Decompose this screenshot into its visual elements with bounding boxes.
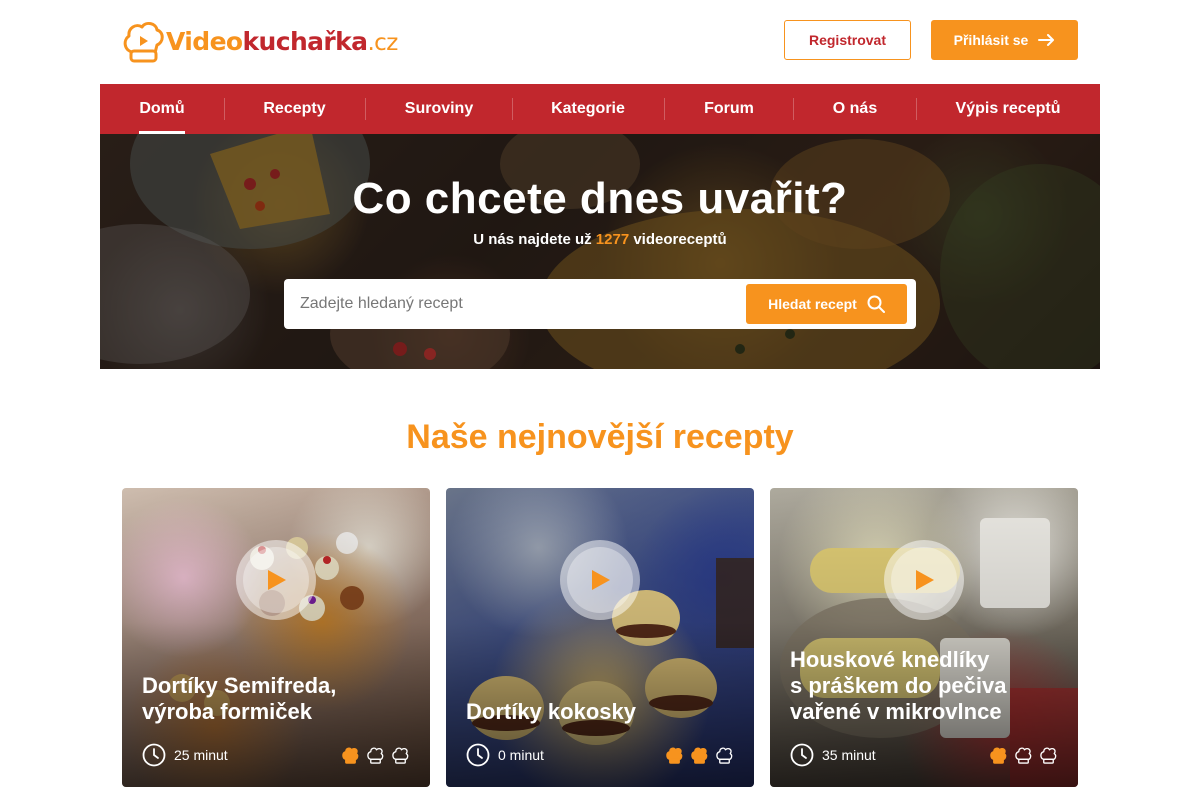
play-button[interactable] — [236, 540, 316, 620]
play-button-inner — [567, 547, 633, 613]
recipe-card[interactable]: Houskové knedlíky s práškem do pečiva va… — [770, 488, 1078, 787]
recipe-title-line: Dortíky Semifreda, — [142, 673, 337, 698]
search-input[interactable] — [284, 279, 734, 329]
chef-hat-icon — [367, 746, 384, 764]
chef-hat-icon — [392, 746, 409, 764]
chef-hat-icon — [666, 746, 683, 764]
search-button[interactable]: Hledat recept — [746, 284, 907, 324]
recipe-title-line: výroba formiček — [142, 699, 312, 724]
hero-subtitle-suffix: videoreceptů — [633, 231, 727, 248]
recipe-meta: 35 minut — [790, 743, 1058, 767]
hero-banner: Co chcete dnes uvařit? U nás najdete už … — [100, 134, 1100, 369]
recipe-title: Dortíky Semifreda, výroba formiček — [142, 673, 410, 725]
chef-hat-logo-icon — [123, 21, 164, 63]
hero-title: Co chcete dnes uvařit? — [352, 174, 848, 223]
recipe-title: Dortíky kokosky — [466, 699, 734, 725]
play-icon — [268, 570, 286, 590]
search-bar: Hledat recept — [284, 279, 916, 329]
nav-divider — [512, 98, 513, 120]
register-button[interactable]: Registrovat — [784, 20, 911, 60]
hero-overlay — [100, 134, 1100, 369]
recipe-meta: 25 minut — [142, 743, 410, 767]
play-button-inner — [243, 547, 309, 613]
login-button-label: Přihlásit se — [953, 32, 1029, 48]
site-logo[interactable]: Videokuchařka.cz — [122, 20, 398, 64]
chef-hat-icon — [1015, 746, 1032, 764]
recipe-count: 1277 — [595, 231, 630, 248]
recipe-card[interactable]: Dortíky Semifreda, výroba formiček 25 mi… — [122, 488, 430, 787]
register-button-label: Registrovat — [808, 32, 887, 48]
arrow-right-icon — [1038, 34, 1055, 46]
clock-icon — [790, 743, 814, 767]
play-button-inner — [891, 547, 957, 613]
nav-item-label: Suroviny — [404, 100, 474, 117]
play-button[interactable] — [560, 540, 640, 620]
hero-subtitle-prefix: U nás najdete už — [473, 231, 592, 248]
chef-hat-icon — [716, 746, 733, 764]
search-icon — [867, 295, 885, 313]
search-button-label: Hledat recept — [768, 296, 857, 312]
clock-icon — [142, 743, 166, 767]
nav-item-label: Výpis receptů — [955, 100, 1061, 117]
recipe-time: 25 minut — [174, 747, 228, 763]
nav-item-recipes[interactable]: Recepty — [263, 84, 326, 134]
login-button[interactable]: Přihlásit se — [931, 20, 1078, 60]
nav-divider — [224, 98, 225, 120]
logo-wordmark: Videokuchařka.cz — [166, 26, 398, 56]
latest-recipes-heading: Naše nejnovější recepty — [406, 418, 794, 456]
recipe-title: Houskové knedlíky s práškem do pečiva va… — [790, 647, 1058, 725]
nav-divider — [793, 98, 794, 120]
nav-item-label: Kategorie — [551, 100, 625, 117]
recipe-card[interactable]: Dortíky kokosky 0 minut — [446, 488, 754, 787]
nav-item-label: O nás — [832, 100, 878, 117]
nav-item-label: Recepty — [263, 100, 326, 117]
recipe-title-line: Dortíky kokosky — [466, 699, 636, 724]
recipe-title-line: vařené v mikrovlnce — [790, 699, 1002, 724]
play-button[interactable] — [884, 540, 964, 620]
nav-item-about[interactable]: O nás — [832, 84, 878, 134]
nav-item-label: Domů — [139, 100, 185, 117]
nav-item-home[interactable]: Domů — [139, 84, 185, 134]
play-icon — [916, 570, 934, 590]
recipe-title-line: s práškem do pečiva — [790, 673, 1007, 698]
chef-hat-icon — [990, 746, 1007, 764]
nav-item-ingredients[interactable]: Suroviny — [404, 84, 474, 134]
difficulty-rating — [341, 746, 410, 765]
play-icon — [592, 570, 610, 590]
recipe-title-line: Houskové knedlíky — [790, 647, 990, 672]
nav-item-forum[interactable]: Forum — [704, 84, 754, 134]
nav-divider — [916, 98, 917, 120]
nav-divider — [365, 98, 366, 120]
clock-icon — [466, 743, 490, 767]
chef-hat-icon — [1040, 746, 1057, 764]
hero-subtitle: U nás najdete už 1277 videoreceptů — [100, 231, 1100, 248]
main-nav: Domů Recepty Suroviny Kategorie Forum O … — [100, 84, 1100, 134]
nav-item-categories[interactable]: Kategorie — [550, 84, 626, 134]
difficulty-rating — [665, 746, 734, 765]
nav-divider — [664, 98, 665, 120]
nav-item-recipe-list[interactable]: Výpis receptů — [955, 84, 1061, 134]
site-header: Videokuchařka.cz Registrovat Přihlásit s… — [0, 0, 1200, 84]
difficulty-rating — [989, 746, 1058, 765]
nav-item-label: Forum — [704, 100, 754, 117]
recipe-time: 35 minut — [822, 747, 876, 763]
recipe-meta: 0 minut — [466, 743, 734, 767]
chef-hat-icon — [342, 746, 359, 764]
recipe-time: 0 minut — [498, 747, 544, 763]
chef-hat-icon — [691, 746, 708, 764]
